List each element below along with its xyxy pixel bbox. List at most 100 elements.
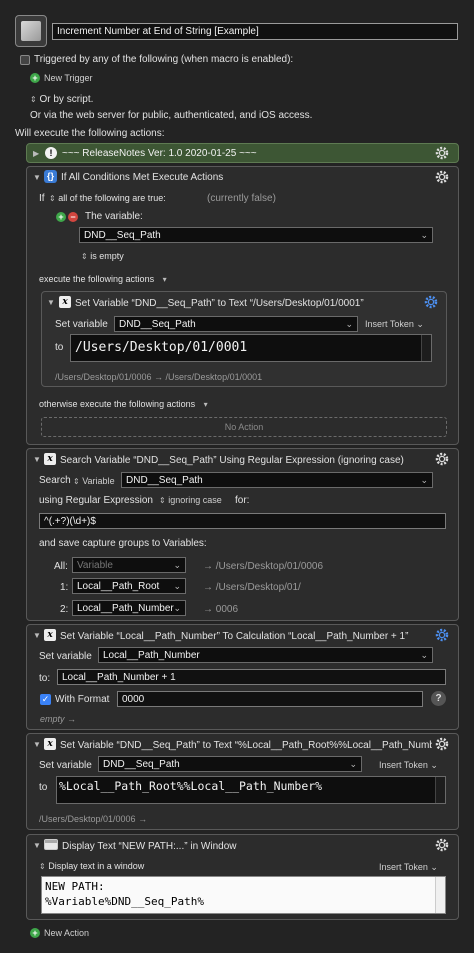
collapse-triangle-icon[interactable]: ▼ (33, 455, 41, 464)
condition-operator-selector[interactable]: ⇕ is empty (81, 251, 124, 261)
text-area[interactable]: %Local__Path_Root%%Local__Path_Number% (56, 776, 446, 804)
condition-variable-value: DND__Seq_Path (84, 230, 161, 241)
gear-icon[interactable] (423, 294, 439, 310)
calc-action-title: Set Variable “Local__Path_Number” To Cal… (60, 631, 409, 642)
variable-icon: x (44, 629, 56, 641)
condition-variable-field[interactable]: DND__Seq_Path ⌄ (79, 227, 433, 243)
gear-icon[interactable] (434, 169, 450, 185)
chevron-down-icon[interactable]: ▾ (204, 400, 208, 409)
group-1-value: Local__Path_Root (77, 581, 160, 592)
window-icon (44, 839, 58, 850)
to-label: to (55, 342, 64, 353)
collapse-triangle-icon[interactable]: ▼ (47, 298, 55, 307)
add-trigger-icon[interactable]: + (30, 73, 40, 83)
case-option-selector[interactable]: ⇕ ignoring case (159, 495, 222, 505)
display-text-line2: %Variable%DND__Seq_Path% (45, 895, 204, 908)
to-label: to: (39, 673, 51, 684)
or-by-script-label: Or by script. (39, 94, 94, 105)
format-field[interactable]: 0000 (117, 691, 423, 707)
group-all-field[interactable]: Variable ⌄ (72, 557, 186, 573)
remove-condition-icon[interactable]: − (68, 212, 78, 222)
gear-icon[interactable] (434, 627, 450, 643)
set-variable-field[interactable]: DND__Seq_Path ⌄ (98, 756, 362, 772)
search-action-title: Search Variable “DND__Seq_Path” Using Re… (60, 455, 404, 466)
chevron-down-icon: ⌄ (173, 581, 181, 591)
calculation-action[interactable]: ▼ x Set Variable “Local__Path_Number” To… (26, 624, 459, 730)
all-of-label: all of the following are true: (58, 193, 166, 203)
add-action-icon[interactable]: + (30, 928, 40, 938)
collapse-triangle-icon[interactable]: ▼ (33, 173, 41, 182)
add-condition-icon[interactable]: + (56, 212, 66, 222)
updown-icon: ⇕ (81, 252, 88, 261)
set-variable-action[interactable]: ▼ x Set Variable “DND__Seq_Path” to Text… (26, 733, 459, 830)
with-format-label: With Format (55, 694, 110, 705)
is-empty-label: is empty (90, 251, 124, 261)
macro-name-field[interactable]: Increment Number at End of String [Examp… (52, 23, 458, 40)
execute-label: execute the following actions ▾ (39, 274, 167, 284)
if-label: If (39, 193, 45, 204)
no-action-box[interactable]: No Action (41, 417, 447, 437)
gear-icon[interactable] (434, 837, 450, 853)
display-text-line1: NEW PATH: (45, 880, 105, 893)
help-button[interactable]: ? (431, 691, 446, 706)
nested-action-title: Set Variable “DND__Seq_Path” to Text “/U… (75, 298, 364, 309)
using-regex-label: using Regular Expression (39, 495, 153, 506)
text-area[interactable]: /Users/Desktop/01/0001 (70, 334, 432, 362)
chevron-down-icon[interactable]: ▾ (163, 275, 167, 284)
if-action[interactable]: ▼ {} If All Conditions Met Execute Actio… (26, 166, 459, 445)
calculation-field[interactable]: Local__Path_Number + 1 (57, 669, 446, 685)
comment-icon: ! (45, 147, 57, 159)
set-variable-value: DND__Seq_Path (119, 319, 196, 330)
insert-token-button[interactable]: Insert Token ⌄ (365, 319, 424, 330)
search-variable-value: DND__Seq_Path (126, 475, 203, 486)
collapse-triangle-icon[interactable]: ▼ (33, 841, 41, 850)
collapse-triangle-icon[interactable]: ▼ (33, 740, 41, 749)
search-variable-field[interactable]: DND__Seq_Path ⌄ (121, 472, 433, 488)
text-area-value: /Users/Desktop/01/0001 (75, 340, 248, 355)
nested-set-variable-action[interactable]: ▼ x Set Variable “DND__Seq_Path” to Text… (41, 291, 447, 387)
display-text-action[interactable]: ▼ Display Text “NEW PATH:...” in Window … (26, 834, 459, 920)
new-action-link[interactable]: New Action (44, 928, 89, 938)
calc-result: empty → (40, 714, 77, 724)
insert-token-button[interactable]: Insert Token ⌄ (379, 862, 438, 873)
insert-token-button[interactable]: Insert Token ⌄ (379, 760, 438, 771)
new-trigger-link[interactable]: New Trigger (44, 73, 93, 83)
save-capture-label: and save capture groups to Variables: (39, 538, 207, 549)
calc-variable-field[interactable]: Local__Path_Number ⌄ (98, 647, 433, 663)
will-execute-label: Will execute the following actions: (15, 128, 165, 139)
set-variable-label: Set variable (39, 760, 92, 771)
group-1-field[interactable]: Local__Path_Root ⌄ (72, 578, 186, 594)
display-text-area[interactable]: NEW PATH: %Variable%DND__Seq_Path% (41, 876, 446, 914)
variable-icon: x (59, 296, 71, 308)
condition-mode-selector[interactable]: ⇕ all of the following are true: (49, 193, 166, 203)
scrollbar[interactable] (421, 335, 431, 361)
expand-triangle-icon[interactable]: ▶ (33, 149, 39, 158)
search-variable-action[interactable]: ▼ x Search Variable “DND__Seq_Path” Usin… (26, 448, 459, 621)
gear-icon[interactable] (434, 145, 450, 161)
group-all-label: All: (54, 561, 68, 572)
scrollbar[interactable] (435, 777, 445, 803)
collapse-triangle-icon[interactable]: ▼ (33, 631, 41, 640)
gear-icon[interactable] (434, 451, 450, 467)
triggered-checkbox[interactable] (20, 55, 30, 65)
scrollbar[interactable] (435, 877, 445, 913)
group-2-field[interactable]: Local__Path_Number ⌄ (72, 600, 186, 616)
variable-type-selector[interactable]: ⇕ Variable (73, 476, 115, 486)
calc-variable-value: Local__Path_Number (103, 650, 200, 661)
updown-icon: ⇕ (30, 95, 37, 104)
no-action-label: No Action (224, 422, 264, 432)
group-2-label: 2: (60, 604, 69, 615)
chevron-down-icon: ⌄ (420, 230, 428, 240)
search-label: Search (39, 475, 71, 486)
set-variable-value: DND__Seq_Path (103, 759, 180, 770)
group-all-placeholder: Variable (77, 560, 113, 571)
gear-icon[interactable] (434, 736, 450, 752)
macro-icon[interactable] (15, 15, 47, 47)
regex-field[interactable]: ^(.+?)(\d+)$ (39, 513, 446, 529)
group-2-value: Local__Path_Number (77, 603, 174, 614)
display-mode-selector[interactable]: ⇕ Display text in a window (39, 861, 144, 871)
with-format-checkbox[interactable]: ✓ (40, 694, 51, 705)
or-by-script-selector[interactable]: ⇕ Or by script. (30, 94, 93, 105)
set-variable-field[interactable]: DND__Seq_Path ⌄ (114, 316, 358, 332)
comment-action[interactable]: ▶ ! ~~~ ReleaseNotes Ver: 1.0 2020-01-25… (26, 143, 459, 163)
